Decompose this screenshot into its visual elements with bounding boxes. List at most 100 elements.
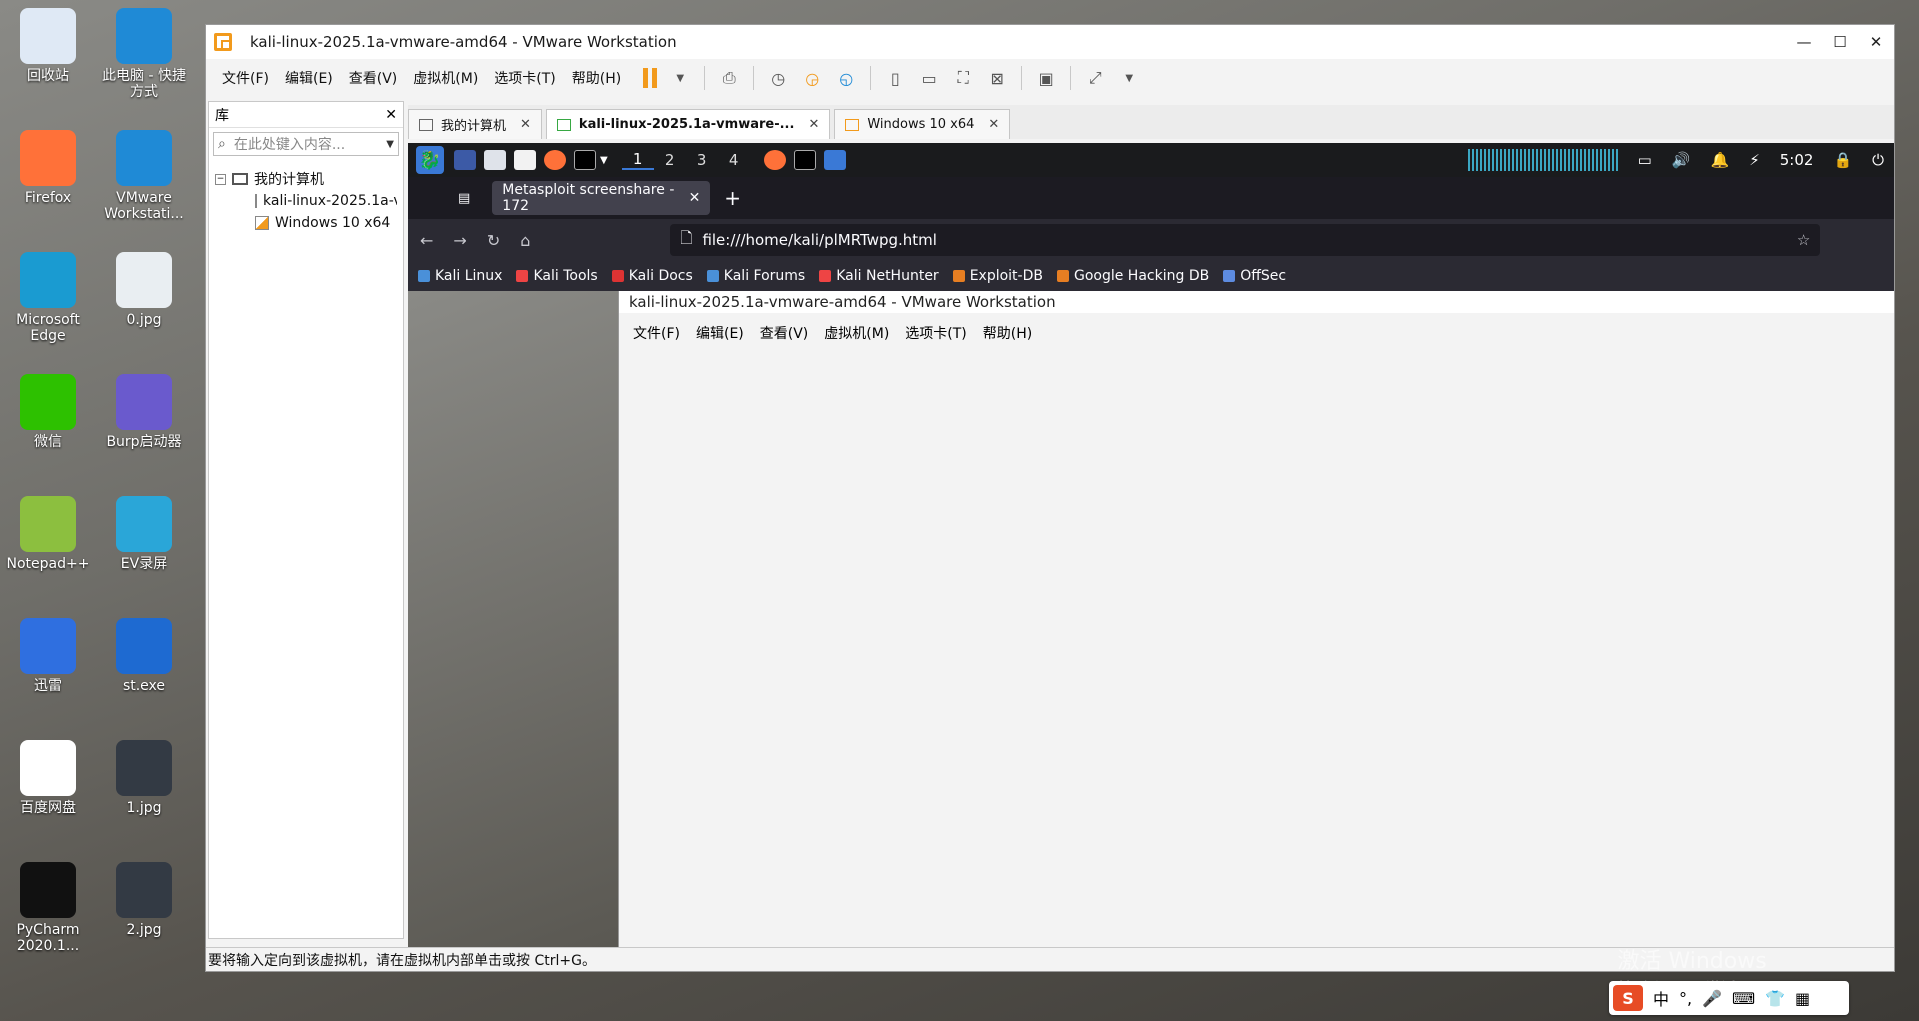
chevron-down-icon[interactable]: ▼ bbox=[600, 155, 608, 166]
display-icon[interactable]: ▭ bbox=[1638, 151, 1652, 169]
workspace-3[interactable]: 3 bbox=[686, 151, 718, 169]
back-icon[interactable]: ← bbox=[420, 231, 433, 250]
show-desktop-icon[interactable] bbox=[454, 150, 476, 170]
ime-toolbar[interactable]: S 中 °, 🎤 ⌨ 👕 ▦ bbox=[1609, 981, 1849, 1015]
tab-windows10[interactable]: Windows 10 x64 ✕ bbox=[834, 109, 1011, 139]
grid-icon[interactable]: ▦ bbox=[1795, 989, 1810, 1008]
desktop-icon-4[interactable]: Microsoft Edge bbox=[4, 252, 92, 344]
chevron-down-icon[interactable]: ▼ bbox=[1115, 64, 1143, 92]
snapshot-manager-icon[interactable]: ◵ bbox=[832, 64, 860, 92]
firefox-tab[interactable]: Metasploit screenshare - 172 ✕ bbox=[492, 181, 711, 215]
tab-my-computer[interactable]: 我的计算机 ✕ bbox=[408, 109, 542, 139]
workspace-4[interactable]: 4 bbox=[718, 151, 750, 169]
desktop-icon-6[interactable]: 微信 bbox=[4, 374, 92, 450]
chevron-down-icon[interactable]: ▼ bbox=[386, 139, 394, 150]
snapshot-icon[interactable]: ◷ bbox=[764, 64, 792, 92]
desktop-icon-15[interactable]: 2.jpg bbox=[100, 862, 188, 938]
menu-view[interactable]: 查看(V) bbox=[341, 68, 406, 88]
library-search-input[interactable]: ⌕ 在此处键入内容... ▼ bbox=[213, 132, 399, 156]
menu-vm[interactable]: 虚拟机(M) bbox=[405, 68, 486, 88]
url-bar[interactable]: 🗋 file:///home/kali/plMRTwpg.html ☆ bbox=[670, 224, 1821, 256]
bookmark-item[interactable]: Kali Docs bbox=[611, 268, 693, 284]
file-manager-icon[interactable] bbox=[484, 150, 506, 170]
tab-close-icon[interactable]: ✕ bbox=[988, 117, 999, 132]
bookmark-item[interactable]: Exploit-DB bbox=[952, 268, 1043, 284]
baidu-netdisk-icon bbox=[20, 740, 76, 796]
skin-icon[interactable]: 👕 bbox=[1765, 989, 1785, 1008]
unity-icon[interactable]: ⊠ bbox=[983, 64, 1011, 92]
desktop-icon-12[interactable]: 百度网盘 bbox=[4, 740, 92, 816]
tree-item-windows10[interactable]: Windows 10 x64 bbox=[215, 212, 397, 234]
home-icon[interactable]: ⌂ bbox=[520, 231, 530, 250]
desktop-icon-0[interactable]: 回收站 bbox=[4, 8, 92, 84]
reload-icon[interactable]: ↻ bbox=[487, 231, 500, 250]
send-ctrl-alt-del-icon[interactable]: ⎙ bbox=[715, 64, 743, 92]
screen-share-icon[interactable] bbox=[823, 150, 846, 170]
bookmark-item[interactable]: Kali Tools bbox=[516, 268, 598, 284]
desktop-icon-8[interactable]: Notepad++ bbox=[4, 496, 92, 572]
bookmark-item[interactable]: Google Hacking DB bbox=[1056, 268, 1209, 284]
power-icon[interactable]: ⚡ bbox=[1749, 151, 1760, 169]
microphone-icon[interactable]: 🎤 bbox=[1702, 989, 1722, 1008]
menu-help[interactable]: 帮助(H) bbox=[564, 68, 629, 88]
thumbnail-bar-icon[interactable]: ▭ bbox=[915, 64, 943, 92]
fullscreen-icon[interactable]: ⛶ bbox=[949, 64, 977, 92]
forward-icon[interactable]: → bbox=[453, 231, 466, 250]
lock-icon[interactable]: 🔒 bbox=[1833, 151, 1852, 169]
menu-file[interactable]: 文件(F) bbox=[214, 68, 277, 88]
minimize-button[interactable]: — bbox=[1786, 33, 1822, 51]
tree-item-my-computer[interactable]: − 我的计算机 bbox=[215, 168, 397, 190]
desktop-icon-2[interactable]: Firefox bbox=[4, 130, 92, 206]
menu-tabs[interactable]: 选项卡(T) bbox=[486, 68, 563, 88]
chevron-down-icon[interactable]: ▼ bbox=[666, 64, 694, 92]
desktop-icon-11[interactable]: st.exe bbox=[100, 618, 188, 694]
guest-screen[interactable]: 🐉 ▼ 1 2 3 4 ▭ 🔊 🔔 ⚡ 5:02 🔒 ⏻ ▤ Metasploi… bbox=[408, 143, 1894, 947]
sogou-logo-icon[interactable]: S bbox=[1613, 985, 1643, 1011]
desktop-icon-5[interactable]: 0.jpg bbox=[100, 252, 188, 328]
desktop-icon-9[interactable]: EV录屏 bbox=[100, 496, 188, 572]
close-button[interactable]: ✕ bbox=[1858, 33, 1894, 51]
kali-menu-icon[interactable]: 🐉 bbox=[416, 146, 444, 174]
show-library-icon[interactable]: ▯ bbox=[881, 64, 909, 92]
bookmark-star-icon[interactable]: ☆ bbox=[1797, 231, 1810, 249]
tree-item-kali[interactable]: kali-linux-2025.1a-vmware-amd64 bbox=[215, 190, 397, 212]
text-editor-icon[interactable] bbox=[514, 150, 536, 170]
collapse-icon[interactable]: − bbox=[215, 173, 226, 185]
desktop-icon-3[interactable]: VMware Workstati... bbox=[100, 130, 188, 222]
workspace-1[interactable]: 1 bbox=[621, 150, 654, 170]
maximize-button[interactable]: ☐ bbox=[1822, 33, 1858, 51]
bookmark-item[interactable]: Kali NetHunter bbox=[819, 268, 939, 284]
tab-close-icon[interactable]: ✕ bbox=[689, 190, 701, 206]
bookmark-item[interactable]: Kali Forums bbox=[706, 268, 805, 284]
bookmark-item[interactable]: Kali Linux bbox=[418, 268, 502, 284]
desktop-icon-13[interactable]: 1.jpg bbox=[100, 740, 188, 816]
firefox-icon[interactable] bbox=[763, 150, 786, 170]
ime-punct[interactable]: °, bbox=[1679, 989, 1692, 1008]
logout-icon[interactable]: ⏻ bbox=[1872, 151, 1884, 169]
console-view-icon[interactable]: ▣ bbox=[1032, 64, 1060, 92]
volume-icon[interactable]: 🔊 bbox=[1672, 151, 1691, 169]
desktop-icon-10[interactable]: 迅雷 bbox=[4, 618, 92, 694]
terminal-icon[interactable] bbox=[793, 150, 816, 170]
terminal-icon[interactable] bbox=[574, 150, 596, 170]
notification-icon[interactable]: 🔔 bbox=[1711, 151, 1730, 169]
tab-close-icon[interactable]: ✕ bbox=[808, 117, 819, 132]
desktop-icon-label: EV录屏 bbox=[120, 556, 168, 572]
desktop-icon-7[interactable]: Burp启动器 bbox=[100, 374, 188, 450]
keyboard-icon[interactable]: ⌨ bbox=[1732, 989, 1755, 1008]
menu-edit[interactable]: 编辑(E) bbox=[277, 68, 341, 88]
tab-close-icon[interactable]: ✕ bbox=[520, 117, 531, 132]
pause-icon[interactable] bbox=[643, 68, 658, 88]
desktop-icon-1[interactable]: 此电脑 - 快捷方式 bbox=[100, 8, 188, 100]
revert-snapshot-icon[interactable]: ◶ bbox=[798, 64, 826, 92]
stretch-guest-icon[interactable]: ⤢ bbox=[1081, 64, 1109, 92]
desktop-icon-14[interactable]: PyCharm 2020.1... bbox=[4, 862, 92, 954]
workspace-2[interactable]: 2 bbox=[654, 151, 686, 169]
library-close-button[interactable]: ✕ bbox=[385, 107, 397, 123]
tab-kali[interactable]: kali-linux-2025.1a-vmware-... ✕ bbox=[545, 109, 831, 139]
new-tab-button[interactable]: + bbox=[724, 186, 741, 210]
bookmark-item[interactable]: OffSec bbox=[1223, 268, 1286, 284]
firefox-view-icon[interactable]: ▤ bbox=[458, 191, 470, 206]
ime-mode[interactable]: 中 bbox=[1653, 986, 1669, 1010]
firefox-icon[interactable] bbox=[544, 150, 566, 170]
